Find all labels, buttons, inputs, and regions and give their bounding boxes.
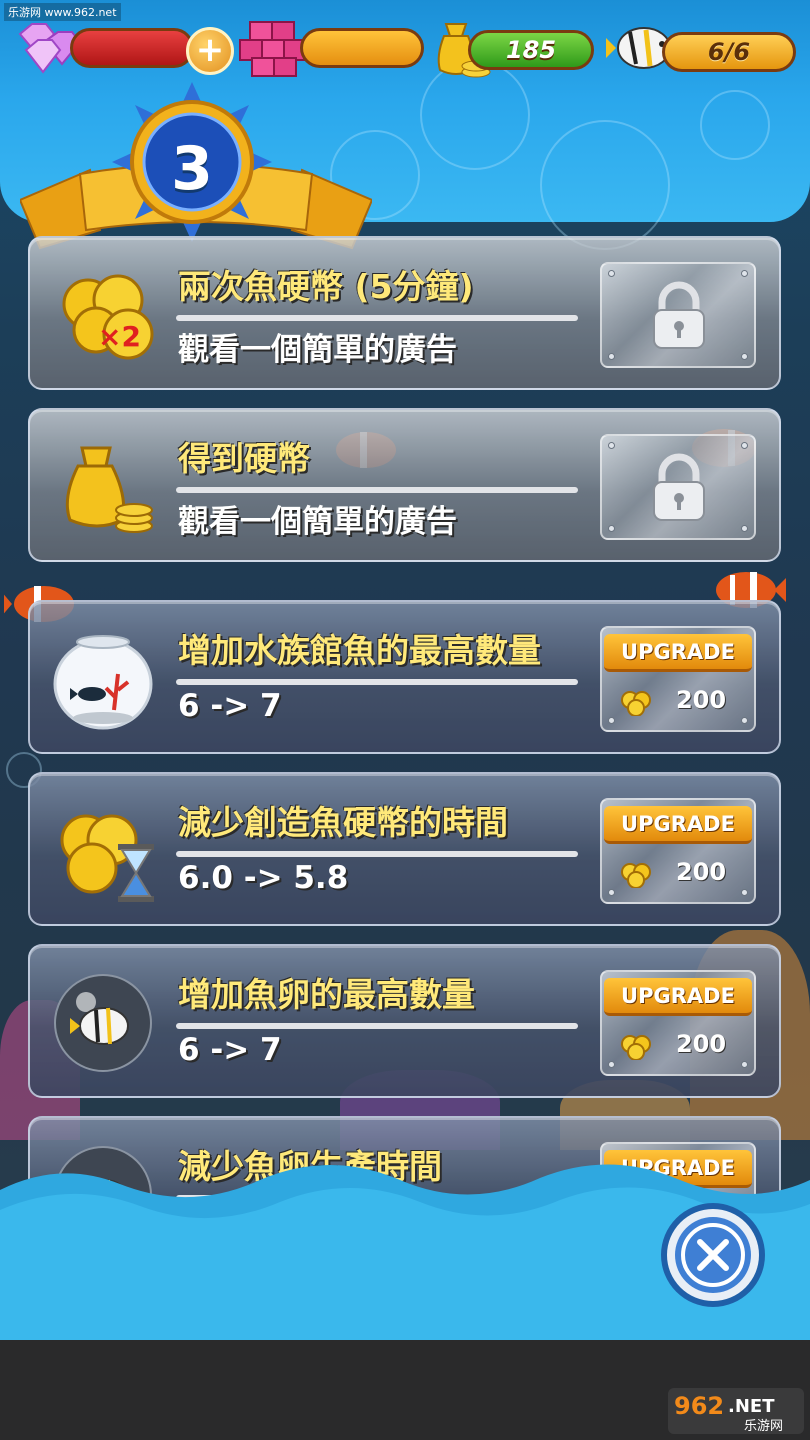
card-subtitle: 6.0 -> 5.8: [178, 860, 349, 896]
cost-value: 200: [675, 858, 727, 886]
divider: [176, 1023, 578, 1029]
coins-icon: [621, 863, 651, 888]
card-subtitle: 觀看一個簡單的廣告: [178, 332, 457, 368]
screw: [741, 1061, 748, 1068]
cost-value: 200: [675, 1030, 727, 1058]
upgrade-button[interactable]: UPGRADE 200: [600, 798, 756, 904]
bubble: [700, 90, 770, 160]
screw: [608, 525, 615, 532]
coins-icon: [621, 691, 651, 716]
card-subtitle: 6 -> 7: [178, 688, 282, 724]
card-title: 減少創造魚硬幣的時間: [178, 803, 508, 842]
divider: [176, 851, 578, 857]
card-subtitle: 6 -> 7: [178, 1032, 282, 1068]
fish-count-bar: 6/6: [662, 32, 796, 72]
locked-watch-ad-button[interactable]: [600, 434, 756, 540]
close-button[interactable]: [660, 1202, 766, 1308]
coins-hourglass-icon: [60, 814, 154, 902]
divider: [176, 679, 578, 685]
screw: [741, 889, 748, 896]
reduce-coin-time-card: 減少創造魚硬幣的時間 6.0 -> 5.8 UPGRADE 200: [28, 772, 781, 926]
svg-text:×2: ×2: [98, 320, 141, 353]
screw: [608, 353, 615, 360]
screw: [608, 717, 615, 724]
cubes-bar: [300, 28, 424, 68]
screw: [741, 353, 748, 360]
card-title: 兩次魚硬幣 (5分鐘): [178, 267, 474, 306]
logo-net: .NET: [728, 1396, 775, 1417]
money-bag-icon: [65, 446, 153, 533]
card-title: 增加水族館魚的最高數量: [178, 631, 541, 670]
divider: [176, 315, 578, 321]
card-title: 增加魚卵的最高數量: [178, 975, 475, 1014]
card-title: 得到硬幣: [178, 439, 310, 478]
double-coins-card: ×2 兩次魚硬幣 (5分鐘) 觀看一個簡單的廣告: [28, 236, 781, 390]
upgrade-label: UPGRADE: [604, 806, 752, 844]
upgrade-max-fish-card: 增加水族館魚的最高數量 6 -> 7 UPGRADE 200: [28, 600, 781, 754]
logo-sub: 乐游网: [744, 1419, 783, 1434]
screw: [741, 717, 748, 724]
divider: [176, 487, 578, 493]
screw: [608, 1061, 615, 1068]
coins-icon: [621, 1035, 651, 1060]
fish-egg-icon: [54, 974, 152, 1072]
upgrade-button[interactable]: UPGRADE 200: [600, 970, 756, 1076]
gems-bar: [70, 28, 194, 68]
fish-count-value: 6/6: [707, 38, 751, 66]
screw: [741, 270, 748, 277]
watermark-text: 乐游网 www.962.net: [4, 3, 121, 21]
upgrade-label: UPGRADE: [604, 634, 752, 672]
level-number: 3: [171, 134, 213, 204]
cost-value: 200: [675, 686, 727, 714]
locked-watch-ad-button[interactable]: [600, 262, 756, 368]
upgrade-button[interactable]: UPGRADE 200: [600, 626, 756, 732]
upgrade-max-eggs-card: 增加魚卵的最高數量 6 -> 7 UPGRADE 200: [28, 944, 781, 1098]
get-coins-card: 得到硬幣 觀看一個簡單的廣告: [28, 408, 781, 562]
lock-icon: [653, 281, 705, 349]
lock-icon: [653, 453, 705, 521]
logo-brand: 962: [674, 1392, 724, 1420]
screw: [741, 442, 748, 449]
coins-x2-icon: ×2: [62, 274, 154, 360]
screw: [608, 442, 615, 449]
fish-bowl-icon: [53, 635, 153, 730]
site-logo: 962 .NET 乐游网: [668, 1388, 804, 1434]
card-subtitle: 觀看一個簡單的廣告: [178, 504, 457, 540]
upgrade-label: UPGRADE: [604, 978, 752, 1016]
pink-cubes-icon: [239, 21, 307, 77]
add-gems-button[interactable]: +: [186, 27, 234, 75]
bubble: [540, 120, 670, 250]
screw: [741, 525, 748, 532]
screw: [608, 889, 615, 896]
screw: [608, 270, 615, 277]
coins-counter: 185: [468, 30, 594, 70]
coins-value: 185: [505, 36, 557, 64]
